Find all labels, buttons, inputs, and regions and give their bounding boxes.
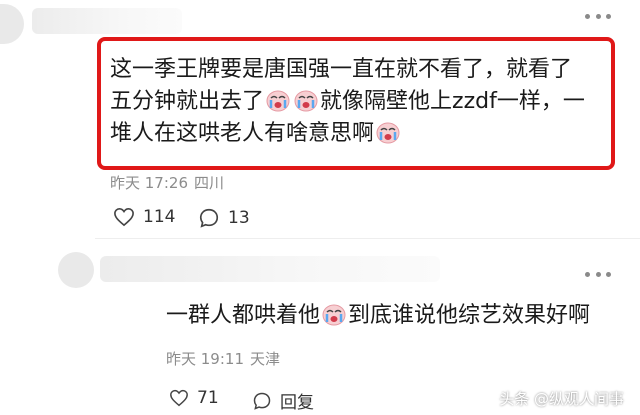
comment-text: 这一季王牌要是唐国强一直在就不看了，就看了 五分钟就出去了 就像隔壁他上zzdf… [110,54,610,150]
username-blurred[interactable] [100,256,440,282]
more-options-button[interactable] [585,272,611,277]
comment-time: 昨天 17:26 [110,174,188,192]
heart-icon [114,207,134,227]
comment-bubble-icon [253,392,271,410]
divider [95,238,640,239]
comment-meta: 昨天 19:11 天津 [166,348,286,369]
more-options-button[interactable] [585,14,611,19]
watermark: 头条 @纵观人间事 [499,390,624,408]
like-count: 114 [143,207,176,227]
like-count: 71 [197,388,219,408]
username-blurred[interactable] [32,8,182,34]
comment-text: 一群人都哄着他 到底谁说他综艺效果好啊 [166,300,626,332]
comment-line: 这一季王牌要是唐国强一直在就不看了，就看了 [110,57,573,82]
comment-line: 堆人在这哄老人有啥意思啊 [110,121,375,146]
comment-meta: 昨天 17:26 四川 [110,172,230,193]
comment-location: 天津 [250,350,281,368]
reply-button[interactable]: 13 [198,207,250,229]
heart-icon [170,389,188,407]
comment-bubble-icon [199,208,219,228]
comment-line: 就像隔壁他上zzdf一样，一 [320,89,585,114]
crying-face-icon [376,122,400,144]
comment-line: 五分钟就出去了 [110,89,265,114]
crying-face-icon [266,90,290,112]
reply-button[interactable]: 回复 [252,388,314,413]
avatar[interactable] [0,4,24,44]
reply-label: 回复 [280,393,314,413]
like-button[interactable]: 114 [113,207,175,227]
reply-count: 13 [228,208,250,228]
like-button[interactable]: 71 [169,388,219,408]
crying-face-icon [322,304,346,326]
crying-face-icon [294,90,318,112]
comment-time: 昨天 19:11 [166,350,244,368]
comment-line: 一群人都哄着他 [166,303,321,328]
comment-location: 四川 [194,174,225,192]
comment-line: 到底谁说他综艺效果好啊 [348,303,591,328]
avatar[interactable] [58,252,94,288]
